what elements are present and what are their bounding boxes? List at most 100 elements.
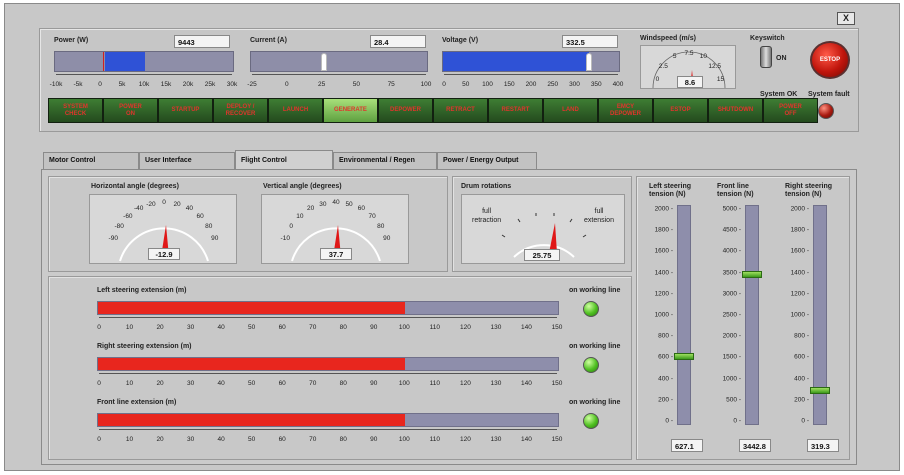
tension-tick: 2000 - xyxy=(654,205,673,213)
extension-tick: 90 xyxy=(370,324,378,331)
extension-tick: 0 xyxy=(97,324,101,331)
command-button-generate[interactable]: GENERATE xyxy=(323,98,378,123)
flight-control-panel: Horizontal angle (degrees) -90 -80 -60 -40-… xyxy=(41,169,857,465)
command-button-power-off[interactable]: POWER OFF xyxy=(763,98,818,123)
extension-tick: 120 xyxy=(459,380,471,387)
tension-label: Right steering tension (N) xyxy=(785,183,833,198)
command-button-restart[interactable]: RESTART xyxy=(488,98,543,123)
windspeed-tick: 12.5 xyxy=(708,62,721,70)
command-button-system-check[interactable]: SYSTEM CHECK xyxy=(48,98,103,123)
extension-tick: 70 xyxy=(309,436,317,443)
tension-tick: 2500 - xyxy=(722,311,741,319)
command-button-startup[interactable]: STARTUP xyxy=(158,98,213,123)
command-button-estop[interactable]: ESTOP xyxy=(653,98,708,123)
extension-tick: 40 xyxy=(217,380,225,387)
command-button-shutdown[interactable]: SHUTDOWN xyxy=(708,98,763,123)
power-scale xyxy=(56,74,232,80)
tension-tick: 1000 - xyxy=(790,311,809,319)
current-tick: 0 xyxy=(284,81,289,88)
extension-tick: 150 xyxy=(551,324,563,331)
extension-tick: 20 xyxy=(156,324,164,331)
tension-tick: 2000 - xyxy=(722,332,741,340)
tension-tick: 1800 - xyxy=(790,226,809,234)
vertical-angle-tick: 40 xyxy=(332,199,340,206)
extension-tick: 90 xyxy=(370,380,378,387)
current-slider[interactable] xyxy=(250,51,428,72)
extension-panel: Left steering extension (m) 0 10 20 30 40 50 60… xyxy=(48,276,632,460)
voltage-tick: 100 xyxy=(482,81,493,88)
windspeed-value: 8.6 xyxy=(677,76,703,88)
tension-tick: 1600 - xyxy=(790,247,809,255)
tension-label: Front line tension (N) xyxy=(717,183,754,198)
power-tick: 25k xyxy=(204,81,216,88)
tension-slider[interactable] xyxy=(674,205,694,425)
command-button-land[interactable]: LAND xyxy=(543,98,598,123)
tension-tick: 4500 - xyxy=(722,226,741,234)
working-line-led xyxy=(583,301,599,317)
vertical-angle-tick: 30 xyxy=(319,200,327,208)
command-button-depower[interactable]: DEPOWER xyxy=(378,98,433,123)
command-button-deploy-recover[interactable]: DEPLOY / RECOVER xyxy=(213,98,268,123)
tension-tick: 400 - xyxy=(658,375,673,383)
vertical-angle-tick: 90 xyxy=(383,234,391,242)
tension-tick: 3000 - xyxy=(722,290,741,298)
power-tick: -10k xyxy=(49,81,63,88)
tension-slider[interactable] xyxy=(742,205,762,425)
tension-tick: 500 - xyxy=(726,396,741,404)
tension-tick: 4000 - xyxy=(722,247,741,255)
tension-tick: 200 - xyxy=(658,396,673,404)
tab-user-interface[interactable]: User Interface xyxy=(139,152,235,169)
extension-tick: 80 xyxy=(339,324,347,331)
vertical-angle-tick: -10 xyxy=(280,234,290,242)
tension-slider-thumb[interactable] xyxy=(742,270,762,278)
tab-power-energy-output[interactable]: Power / Energy Output xyxy=(437,152,537,169)
tension-slider-thumb[interactable] xyxy=(810,386,830,394)
tab-environmental-regen[interactable]: Environmental / Regen xyxy=(333,152,437,169)
horizontal-angle-tick: -40 xyxy=(133,205,144,213)
tension-tick: 0 - xyxy=(801,417,809,425)
windspeed-tick: 15 xyxy=(716,76,725,84)
extension-tick: 70 xyxy=(309,324,317,331)
extension-tick: 60 xyxy=(278,436,286,443)
vertical-angle-label: Vertical angle (degrees) xyxy=(263,183,342,190)
tension-tick: 2000 - xyxy=(790,205,809,213)
horizontal-angle-tick: 0 xyxy=(162,199,166,206)
tension-label: Left steering tension (N) xyxy=(649,183,692,198)
voltage-value: 332.5 xyxy=(562,35,618,48)
vertical-angle-tick: 10 xyxy=(296,212,304,220)
extension-tick: 80 xyxy=(339,436,347,443)
windspeed-tick: 10 xyxy=(699,53,707,61)
keyswitch-toggle[interactable] xyxy=(760,46,772,68)
extension-label: Front line extension (m) xyxy=(97,399,177,406)
extension-tick: 30 xyxy=(186,324,195,331)
windspeed-tick: 7.5 xyxy=(684,50,694,57)
tension-slider-thumb[interactable] xyxy=(674,353,694,361)
extension-tick: 0 xyxy=(97,436,101,443)
tension-tick: 1400 - xyxy=(790,269,809,277)
tension-tick: 1400 - xyxy=(654,269,673,277)
extension-bar xyxy=(97,413,559,427)
command-button-retract[interactable]: RETRACT xyxy=(433,98,488,123)
tension-tick: 0 - xyxy=(665,417,673,425)
drum-value: 25.75 xyxy=(524,249,560,261)
current-tick: 75 xyxy=(387,81,395,88)
extension-label: Right steering extension (m) xyxy=(97,343,192,350)
current-tick: 100 xyxy=(420,81,432,88)
estop-button[interactable]: ESTOP xyxy=(810,41,850,79)
extension-tick: 50 xyxy=(248,324,256,331)
tension-slider[interactable] xyxy=(810,205,830,425)
tab-motor-control[interactable]: Motor Control xyxy=(43,152,139,169)
command-button-launch[interactable]: LAUNCH xyxy=(268,98,323,123)
tension-tick: 1200 - xyxy=(654,290,673,298)
vertical-angle-tick: 80 xyxy=(377,222,385,230)
horizontal-angle-tick: -60 xyxy=(123,212,133,220)
close-button[interactable]: X xyxy=(837,12,855,25)
vertical-angle-gauge: -10 0 10 20 30 40 50 60 70 80 90 37.7 xyxy=(261,194,409,264)
extension-label: Left steering extension (m) xyxy=(97,287,187,294)
command-button-emcy-depower[interactable]: EMCY DEPOWER xyxy=(598,98,653,123)
extension-tick: 150 xyxy=(551,436,563,443)
horizontal-angle-tick: 90 xyxy=(211,234,219,242)
tab-flight-control[interactable]: Flight Control xyxy=(235,150,333,169)
command-button-power-on[interactable]: POWER ON xyxy=(103,98,158,123)
vertical-angle-value: 37.7 xyxy=(320,248,352,260)
